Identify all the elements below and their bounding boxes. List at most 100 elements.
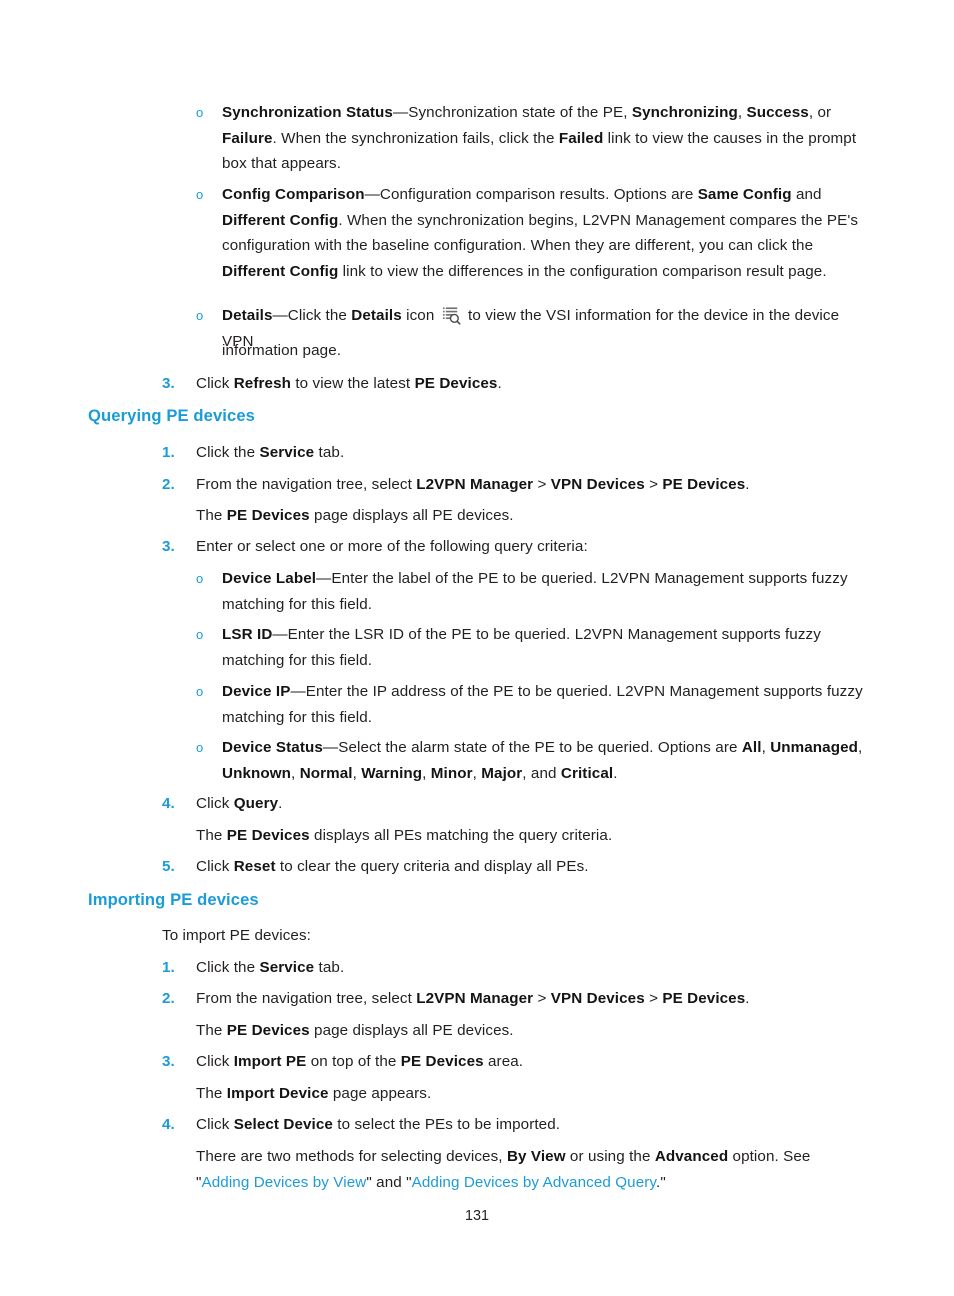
bullet-marker-icon: o xyxy=(196,571,204,586)
body-text: Click xyxy=(196,375,234,392)
bullet-text: LSR ID—Enter the LSR ID of the PE to be … xyxy=(222,622,868,673)
body-text: —Synchronization state of the PE, xyxy=(392,104,632,121)
body-text: page displays all PE devices. xyxy=(309,1022,514,1039)
body-text: , xyxy=(422,764,431,782)
body-text: . When the synchronization fails, click … xyxy=(272,129,559,147)
importing-intro-text: To import PE devices: xyxy=(162,927,311,944)
emphasis-text: PE Devices xyxy=(414,375,498,392)
step-number: 5. xyxy=(162,858,175,875)
body-text: , xyxy=(352,764,362,782)
bullet-text: Device IP—Enter the IP address of the PE… xyxy=(222,679,868,730)
body-text: , xyxy=(472,764,482,782)
body-text: Click xyxy=(196,858,234,875)
body-text: > xyxy=(533,990,551,1007)
body-text: Click the xyxy=(196,959,260,976)
step-text: From the navigation tree, select L2VPN M… xyxy=(196,986,868,1012)
body-text: . xyxy=(745,476,750,493)
emphasis-text: Critical xyxy=(560,764,614,782)
body-text: Click the xyxy=(196,444,260,461)
emphasis-text: VPN Devices xyxy=(550,990,645,1007)
body-text: , xyxy=(291,764,300,782)
emphasis-text: PE Devices xyxy=(226,827,310,844)
note-querying-2: The PE Devices page displays all PE devi… xyxy=(196,503,868,529)
step-text: Click Query. xyxy=(196,791,868,817)
step-number: 1. xyxy=(162,959,175,976)
note-querying-4: The PE Devices displays all PEs matching… xyxy=(196,823,868,849)
body-text: link to view the differences in the conf… xyxy=(338,262,827,280)
step-importing-2: 2. From the navigation tree, select L2VP… xyxy=(162,986,868,1012)
emphasis-text: Reset xyxy=(233,858,276,875)
body-text: tab. xyxy=(314,444,345,461)
details-list-search-icon[interactable] xyxy=(442,306,461,325)
step-text: Click Import PE on top of the PE Devices… xyxy=(196,1049,868,1075)
body-text: —Enter the LSR ID of the PE to be querie… xyxy=(222,626,821,669)
note-importing-3: The Import Device page appears. xyxy=(196,1081,868,1107)
details-label: Details xyxy=(222,307,273,324)
step-number: 3. xyxy=(162,538,175,555)
emphasis-text: Refresh xyxy=(233,375,291,392)
step-text: Click Refresh to view the latest PE Devi… xyxy=(196,371,868,397)
body-text: > xyxy=(644,476,663,493)
body-text: , xyxy=(761,739,771,756)
body-text: or using the xyxy=(565,1148,655,1165)
body-text: Click xyxy=(196,795,234,812)
body-text: The xyxy=(196,1022,227,1039)
emphasis-text: Different Config xyxy=(222,211,339,229)
emphasis-text: Unknown xyxy=(222,764,292,782)
icon-word: icon xyxy=(401,307,439,324)
note-text: The PE Devices displays all PEs matching… xyxy=(196,827,612,844)
step-number: 4. xyxy=(162,1116,175,1133)
note-importing-2: The PE Devices page displays all PE devi… xyxy=(196,1018,868,1044)
step-number: 2. xyxy=(162,476,175,493)
emphasis-text: Same Config xyxy=(697,186,792,203)
emphasis-text: LSR ID xyxy=(222,626,273,643)
cross-reference-link[interactable]: Adding Devices by Advanced Query xyxy=(412,1174,656,1191)
body-text: From the navigation tree, select xyxy=(196,476,417,493)
body-text: to clear the query criteria and display … xyxy=(275,858,589,875)
emphasis-text: Device Label xyxy=(222,570,317,587)
bullet-synchronization-status: o Synchronization Status—Synchronization… xyxy=(196,100,868,177)
step-importing-3: 3. Click Import PE on top of the PE Devi… xyxy=(162,1049,868,1075)
emphasis-text: Import Device xyxy=(226,1085,329,1102)
step-text: Click the Service tab. xyxy=(196,440,868,466)
emphasis-text: PE Devices xyxy=(400,1053,484,1070)
emphasis-text: PE Devices xyxy=(662,476,746,493)
body-text: tab. xyxy=(314,959,345,976)
body-text: , xyxy=(858,739,863,756)
body-text: . xyxy=(613,764,618,782)
emphasis-text: Query xyxy=(233,795,279,812)
step-text: Click the Service tab. xyxy=(196,955,868,981)
step-querying-4: 4. Click Query. xyxy=(162,791,868,817)
emphasis-text: Normal xyxy=(299,764,353,782)
emphasis-text: Failed xyxy=(558,129,604,147)
step-text: Enter or select one or more of the follo… xyxy=(196,534,868,560)
emphasis-text: Service xyxy=(259,959,315,976)
step-importing-1: 1. Click the Service tab. xyxy=(162,955,868,981)
body-text: There are two methods for selecting devi… xyxy=(196,1148,507,1165)
body-text: Click xyxy=(196,1053,234,1070)
emphasis-text: Advanced xyxy=(654,1148,729,1165)
bullet-device-status: o Device Status—Select the alarm state o… xyxy=(196,735,868,786)
body-text: , and xyxy=(522,764,561,782)
body-text: page displays all PE devices. xyxy=(309,507,514,524)
emphasis-text: Service xyxy=(259,444,315,461)
emphasis-text: By View xyxy=(506,1148,566,1165)
emphasis-text: VPN Devices xyxy=(550,476,645,493)
details-icon-label: Details xyxy=(351,307,402,324)
page-number: 131 xyxy=(0,1208,954,1224)
body-text: The xyxy=(196,827,227,844)
emphasis-text: All xyxy=(741,739,762,756)
step-number: 3. xyxy=(162,1053,175,1070)
page-number-text: 131 xyxy=(464,1208,489,1224)
emphasis-text: Minor xyxy=(430,764,473,782)
cross-reference-link[interactable]: Adding Devices by View xyxy=(202,1174,367,1191)
step-number: 4. xyxy=(162,795,175,812)
note-text: The Import Device page appears. xyxy=(196,1085,431,1102)
emphasis-text: Major xyxy=(481,764,523,782)
emphasis-text: L2VPN Manager xyxy=(416,476,534,493)
body-text: > xyxy=(644,990,663,1007)
body-text: The xyxy=(196,1085,227,1102)
body-text: page appears. xyxy=(328,1085,432,1102)
bullet-marker-icon: o xyxy=(196,627,204,642)
body-text: to view the latest xyxy=(291,375,415,392)
